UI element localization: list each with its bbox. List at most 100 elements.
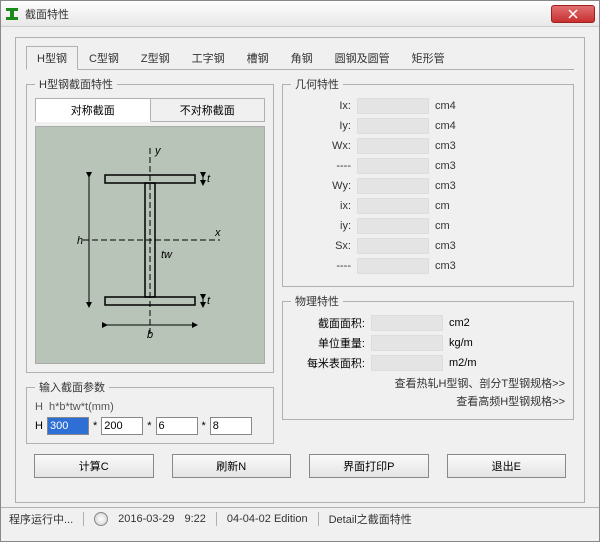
tab-i-steel[interactable]: 工字钢	[181, 46, 236, 69]
geo-row: ix: cm	[291, 198, 565, 214]
geo-value	[357, 258, 429, 274]
geo-value	[357, 138, 429, 154]
geo-label: ix:	[291, 200, 351, 212]
svg-text:y: y	[154, 145, 162, 157]
content-area: H型钢 C型钢 Z型钢 工字钢 槽钢 角钢 圆钢及圆管 矩形管 H型钢截面特性 …	[1, 27, 599, 507]
geo-unit: cm3	[435, 160, 471, 172]
tab-c-steel[interactable]: C型钢	[78, 46, 130, 69]
param-hint: H h*b*tw*t(mm)	[35, 401, 265, 413]
main-window: 截面特性 H型钢 C型钢 Z型钢 工字钢 槽钢 角钢 圆钢及圆管 矩形管 H型钢…	[0, 0, 600, 542]
svg-text:b: b	[147, 329, 153, 341]
physical-group: 物理特性 截面面积: cm2 单位重量: kg/m 每米表面积: m2/m 查看…	[282, 293, 574, 420]
geo-unit: cm4	[435, 120, 471, 132]
app-icon	[5, 7, 19, 21]
geo-unit: cm3	[435, 140, 471, 152]
param-hint-label: H	[35, 401, 43, 413]
section-diagram: y x tw h b t	[35, 126, 265, 364]
geo-value	[357, 178, 429, 194]
statusbar: 程序运行中... 2016-03-29 9:22 04-04-02 Editio…	[1, 507, 599, 529]
geo-value	[357, 238, 429, 254]
star: *	[93, 420, 97, 432]
svg-text:h: h	[77, 235, 83, 247]
star: *	[202, 420, 206, 432]
phys-value	[371, 335, 443, 351]
geo-unit: cm	[435, 200, 471, 212]
link-hot-rolled[interactable]: 查看热轧H型钢、剖分T型钢规格>>	[291, 375, 565, 391]
tab-round[interactable]: 圆钢及圆管	[324, 46, 401, 69]
status-date: 2016-03-29	[118, 513, 174, 525]
left-column: H型钢截面特性 对称截面 不对称截面 y x	[26, 76, 274, 444]
phys-unit: kg/m	[449, 337, 489, 349]
exit-button[interactable]: 退出E	[447, 454, 567, 478]
input-h[interactable]	[47, 417, 89, 435]
geo-label: ----	[291, 260, 351, 272]
phys-unit: cm2	[449, 317, 489, 329]
phys-row: 单位重量: kg/m	[291, 335, 565, 351]
sub-tabs: 对称截面 不对称截面	[35, 98, 265, 122]
phys-value	[371, 315, 443, 331]
button-row: 计算C 刷新N 界面打印P 退出E	[26, 454, 574, 478]
input-t[interactable]	[210, 417, 252, 435]
geo-row: Ix: cm4	[291, 98, 565, 114]
clock-icon	[94, 512, 108, 526]
param-label: H	[35, 420, 43, 432]
geo-row: Wx: cm3	[291, 138, 565, 154]
section-group: H型钢截面特性 对称截面 不对称截面 y x	[26, 76, 274, 373]
link-high-freq[interactable]: 查看高频H型钢规格>>	[291, 393, 565, 409]
params-group: 输入截面参数 H h*b*tw*t(mm) H * * *	[26, 379, 274, 444]
geometry-group: 几何特性 Ix: cm4 Iy: cm4 Wx: cm3 ---- cm3 Wy…	[282, 76, 574, 287]
section-legend: H型钢截面特性	[35, 76, 117, 92]
geo-row: ---- cm3	[291, 258, 565, 274]
geo-row: iy: cm	[291, 218, 565, 234]
tab-angle[interactable]: 角钢	[280, 46, 324, 69]
outer-panel: H型钢 C型钢 Z型钢 工字钢 槽钢 角钢 圆钢及圆管 矩形管 H型钢截面特性 …	[15, 37, 585, 503]
sub-tab-asymmetric[interactable]: 不对称截面	[151, 98, 266, 122]
sub-tab-symmetric[interactable]: 对称截面	[35, 98, 151, 122]
main-tabs: H型钢 C型钢 Z型钢 工字钢 槽钢 角钢 圆钢及圆管 矩形管	[26, 46, 574, 70]
tab-z-steel[interactable]: Z型钢	[130, 46, 181, 69]
geo-label: iy:	[291, 220, 351, 232]
phys-label: 单位重量:	[291, 335, 365, 351]
geo-value	[357, 158, 429, 174]
param-hint-text: h*b*tw*t(mm)	[49, 401, 114, 413]
geo-value	[357, 98, 429, 114]
phys-value	[371, 355, 443, 371]
geo-value	[357, 218, 429, 234]
tab-h-steel[interactable]: H型钢	[26, 46, 78, 70]
svg-text:t: t	[207, 295, 211, 307]
print-button[interactable]: 界面打印P	[309, 454, 429, 478]
tab-rect[interactable]: 矩形管	[401, 46, 456, 69]
right-column: 几何特性 Ix: cm4 Iy: cm4 Wx: cm3 ---- cm3 Wy…	[282, 76, 574, 444]
status-edition: 04-04-02 Edition	[227, 513, 308, 525]
refresh-button[interactable]: 刷新N	[172, 454, 292, 478]
geo-label: Sx:	[291, 240, 351, 252]
geo-unit: cm4	[435, 100, 471, 112]
svg-text:t: t	[207, 173, 211, 185]
close-button[interactable]	[551, 5, 595, 23]
params-legend: 输入截面参数	[35, 379, 109, 395]
geo-row: Wy: cm3	[291, 178, 565, 194]
phys-row: 每米表面积: m2/m	[291, 355, 565, 371]
input-tw[interactable]	[156, 417, 198, 435]
body: H型钢截面特性 对称截面 不对称截面 y x	[26, 76, 574, 444]
geo-label: Iy:	[291, 120, 351, 132]
status-time: 9:22	[184, 513, 205, 525]
geo-value	[357, 198, 429, 214]
star: *	[147, 420, 151, 432]
geo-label: Ix:	[291, 100, 351, 112]
svg-text:tw: tw	[161, 249, 173, 261]
geo-row: Sx: cm3	[291, 238, 565, 254]
phys-label: 截面面积:	[291, 315, 365, 331]
geometry-legend: 几何特性	[291, 76, 343, 92]
spec-links: 查看热轧H型钢、剖分T型钢规格>> 查看高频H型钢规格>>	[291, 375, 565, 409]
status-detail: Detail之截面特性	[329, 511, 412, 527]
geo-row: Iy: cm4	[291, 118, 565, 134]
calc-button[interactable]: 计算C	[34, 454, 154, 478]
phys-row: 截面面积: cm2	[291, 315, 565, 331]
param-row: H * * *	[35, 417, 265, 435]
input-b[interactable]	[101, 417, 143, 435]
tab-channel[interactable]: 槽钢	[236, 46, 280, 69]
geo-unit: cm3	[435, 240, 471, 252]
close-icon	[568, 9, 578, 19]
geo-unit: cm	[435, 220, 471, 232]
